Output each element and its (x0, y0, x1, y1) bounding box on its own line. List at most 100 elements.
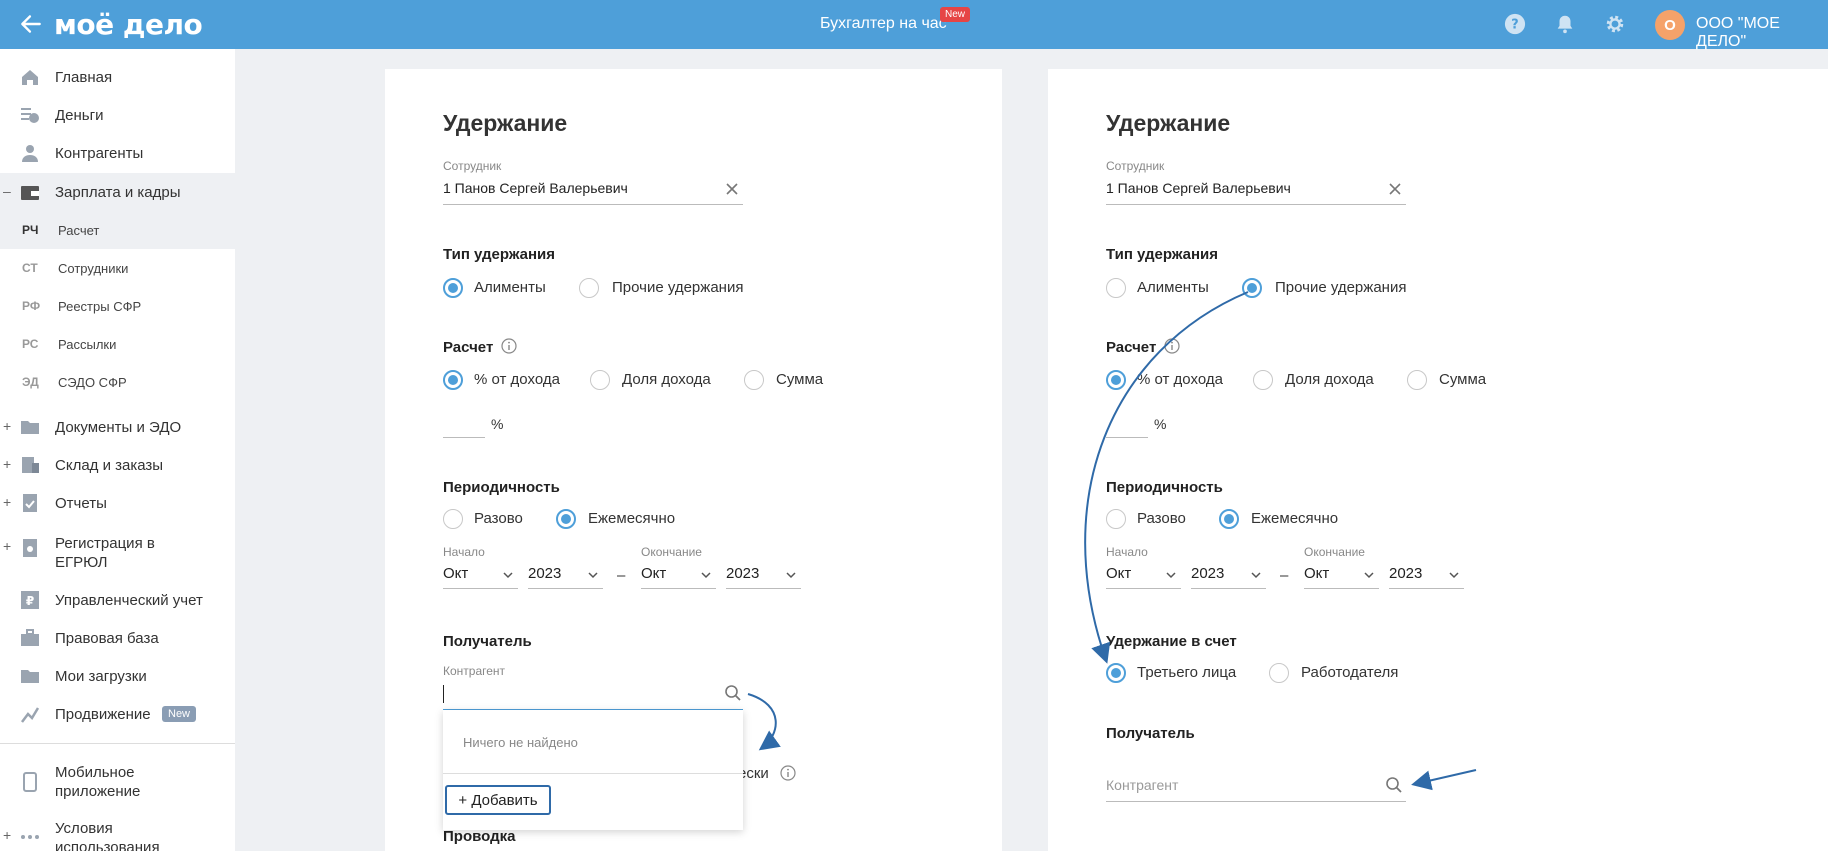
bell-icon[interactable] (1554, 13, 1576, 35)
sidebar-item-reports[interactable]: + Отчеты (0, 489, 235, 517)
radio-once[interactable] (1106, 509, 1126, 529)
sidebar-item-warehouse[interactable]: + Склад и заказы (0, 451, 235, 479)
search-icon[interactable] (724, 684, 742, 702)
search-icon[interactable] (1385, 776, 1403, 794)
sidebar-subitem-employees[interactable]: СТ Сотрудники (0, 251, 235, 287)
sidebar-item-promotion[interactable]: Продвижение New (0, 700, 235, 728)
sidebar-item-label: Зарплата и кадры (55, 184, 181, 201)
radio-alimony[interactable] (443, 278, 463, 298)
expand-toggle[interactable]: + (3, 456, 11, 472)
radio-monthly[interactable] (1219, 509, 1239, 529)
expand-toggle[interactable]: + (3, 494, 11, 510)
sidebar-item-salary[interactable]: – Зарплата и кадры (0, 173, 235, 213)
info-icon[interactable] (1164, 338, 1180, 354)
radio-income-share-label: Доля дохода (622, 371, 711, 388)
percent-sign: % (1154, 416, 1167, 432)
radio-once[interactable] (443, 509, 463, 529)
radio-income-share[interactable] (590, 370, 610, 390)
percent-input[interactable] (443, 437, 485, 438)
employee-field[interactable]: 1 Панов Сергей Валерьевич (443, 180, 628, 196)
expand-toggle[interactable]: + (3, 827, 11, 843)
close-icon[interactable] (1388, 182, 1402, 196)
info-icon[interactable] (501, 338, 517, 354)
sidebar-item-money[interactable]: Деньги (0, 101, 235, 129)
chevron-down-icon (588, 572, 598, 579)
sidebar-subitem-sedo[interactable]: ЭД СЭДО СФР (0, 365, 235, 401)
logo[interactable]: моё дело (54, 8, 203, 41)
radio-income-share-label: Доля дохода (1285, 371, 1374, 388)
radio-amount[interactable] (744, 370, 764, 390)
expand-toggle[interactable]: + (3, 538, 11, 554)
start-year-select[interactable]: 2023 (1191, 565, 1266, 589)
sidebar-item-terms[interactable]: + Условия использования (0, 817, 235, 851)
contractor-dropdown: Ничего не найдено + Добавить (443, 710, 743, 830)
sidebar-item-contractors[interactable]: Контрагенты (0, 139, 235, 167)
contractor-label: Контрагент (443, 664, 506, 678)
radio-income-share[interactable] (1253, 370, 1273, 390)
end-month-select[interactable]: Окт (641, 565, 716, 589)
radio-other-deductions[interactable] (579, 278, 599, 298)
help-icon[interactable]: ? (1504, 13, 1526, 35)
date-dash: – (1280, 567, 1289, 584)
radio-monthly[interactable] (556, 509, 576, 529)
sidebar-item-label: Мои загрузки (55, 668, 147, 685)
employee-label: Сотрудник (1106, 159, 1165, 173)
employee-field[interactable]: 1 Панов Сергей Валерьевич (1106, 180, 1291, 196)
start-month-select[interactable]: Окт (443, 565, 518, 589)
end-year-select[interactable]: 2023 (726, 565, 801, 589)
info-icon[interactable] (780, 765, 796, 781)
sidebar-item-management[interactable]: ₽ Управленческий учет (0, 586, 235, 614)
sidebar-item-label: ЕГРЮЛ (55, 554, 108, 571)
radio-employer[interactable] (1269, 663, 1289, 683)
sidebar-item-documents[interactable]: + Документы и ЭДО (0, 413, 235, 441)
sidebar-item-registration[interactable]: + Регистрация в ЕГРЮЛ (0, 534, 235, 576)
end-month-select[interactable]: Окт (1304, 565, 1379, 589)
chevron-down-icon (1166, 572, 1176, 579)
registration-icon (23, 539, 37, 557)
radio-amount[interactable] (1407, 370, 1427, 390)
sidebar-item-mobile-app[interactable]: Мобильное приложение (0, 761, 235, 803)
add-contractor-button[interactable]: + Добавить (445, 785, 551, 815)
gear-icon[interactable] (1604, 13, 1626, 35)
recipient-label: Получатель (443, 633, 532, 650)
radio-percent-income-label: % от дохода (1137, 371, 1223, 388)
contractor-input[interactable]: Контрагент (1106, 777, 1178, 793)
report-icon (23, 494, 37, 512)
sidebar-item-label: Условия (55, 820, 113, 837)
subitem-abbr: РС (22, 337, 39, 351)
accountant-per-hour-link[interactable]: Бухгалтер на час (820, 15, 947, 33)
radio-percent-income[interactable] (1106, 370, 1126, 390)
radio-percent-income[interactable] (443, 370, 463, 390)
collapse-toggle[interactable]: – (3, 183, 11, 199)
start-month-select[interactable]: Окт (1106, 565, 1181, 589)
radio-other-deductions[interactable] (1242, 278, 1262, 298)
back-arrow-icon[interactable] (18, 11, 44, 37)
percent-input[interactable] (1106, 437, 1148, 438)
sidebar-item-downloads[interactable]: Мои загрузки (0, 662, 235, 690)
expand-toggle[interactable]: + (3, 418, 11, 434)
sidebar-subitem-mailings[interactable]: РС Рассылки (0, 327, 235, 363)
avatar[interactable]: О (1655, 10, 1685, 40)
radio-third-party[interactable] (1106, 663, 1126, 683)
top-bar: моё дело Бухгалтер на час New ? О ООО "М… (0, 0, 1828, 51)
sidebar-item-legal[interactable]: Правовая база (0, 624, 235, 652)
sidebar-item-home[interactable]: Главная (0, 63, 235, 91)
radio-alimony[interactable] (1106, 278, 1126, 298)
sidebar-item-label: Мобильное (55, 764, 135, 781)
start-year-select[interactable]: 2023 (528, 565, 603, 589)
radio-once-label: Разово (1137, 510, 1186, 527)
end-year-select[interactable]: 2023 (1389, 565, 1464, 589)
radio-third-party-label: Третьего лица (1137, 664, 1237, 681)
radio-amount-label: Сумма (1439, 371, 1487, 388)
folder-icon (21, 421, 39, 434)
promotion-icon (21, 707, 40, 723)
sidebar-subitem-registries[interactable]: РФ Реестры СФР (0, 289, 235, 325)
text-caret (443, 685, 444, 703)
close-icon[interactable] (725, 182, 739, 196)
select-value: 2023 (1389, 565, 1423, 582)
company-name[interactable]: ООО "МОЕ ДЕЛО" (1696, 15, 1828, 51)
sidebar-item-label: Склад и заказы (55, 457, 164, 474)
sidebar-subitem-calculation[interactable]: РЧ Расчет (0, 213, 235, 249)
sidebar: Главная Деньги Контрагенты – Зарплата и … (0, 49, 235, 851)
sidebar-item-label: Продвижение (55, 706, 151, 723)
